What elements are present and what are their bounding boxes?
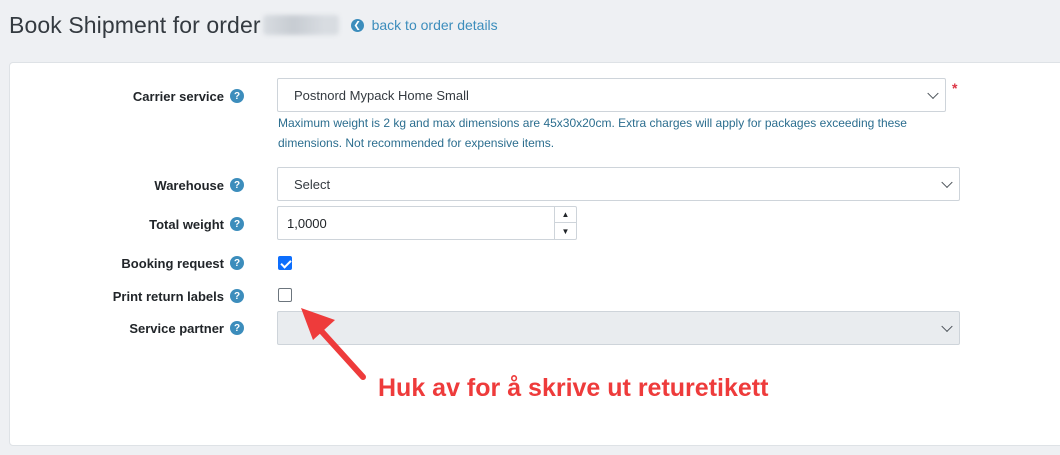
help-icon[interactable]: ? <box>230 217 244 231</box>
warehouse-value: Select <box>294 176 331 192</box>
order-number-redacted <box>262 15 339 35</box>
increment-icon[interactable]: ▲ <box>555 207 576 223</box>
required-marker: * <box>952 80 958 96</box>
booking-request-checkbox[interactable] <box>278 256 292 270</box>
weight-spinner: ▲ ▼ <box>554 207 576 239</box>
service-partner-select[interactable] <box>277 311 960 345</box>
total-weight-label: Total weight ? <box>149 215 244 233</box>
warehouse-select[interactable]: Select <box>277 167 960 201</box>
back-to-order-link[interactable]: ❮ back to order details <box>350 17 498 33</box>
print-return-labels-checkbox[interactable] <box>278 288 292 302</box>
service-partner-label: Service partner ? <box>129 319 244 337</box>
annotation-text: Huk av for å skrive ut returetikett <box>378 374 769 402</box>
chevron-down-icon <box>941 176 953 189</box>
help-icon[interactable]: ? <box>230 321 244 335</box>
help-icon[interactable]: ? <box>230 178 244 192</box>
annotation-arrow-icon <box>301 308 366 380</box>
help-icon[interactable]: ? <box>230 289 244 303</box>
carrier-service-hint: Maximum weight is 2 kg and max dimension… <box>278 116 907 150</box>
help-icon[interactable]: ? <box>230 256 244 270</box>
print-return-labels-label: Print return labels ? <box>113 287 244 305</box>
total-weight-value: 1,0000 <box>287 215 327 231</box>
carrier-service-select[interactable]: Postnord Mypack Home Small <box>277 78 946 112</box>
decrement-icon[interactable]: ▼ <box>555 223 576 239</box>
back-link-label: back to order details <box>371 17 498 33</box>
total-weight-input[interactable]: 1,0000 ▲ ▼ <box>277 206 577 240</box>
chevron-down-icon <box>941 320 953 333</box>
warehouse-label: Warehouse ? <box>154 176 244 194</box>
carrier-service-value: Postnord Mypack Home Small <box>294 87 469 103</box>
carrier-service-label: Carrier service ? <box>133 87 244 105</box>
page-title: Book Shipment for order <box>9 11 261 38</box>
page-header: Book Shipment for order ❮ back to order … <box>9 8 498 42</box>
help-icon[interactable]: ? <box>230 89 244 103</box>
chevron-down-icon <box>927 87 939 100</box>
arrow-left-circle-icon: ❮ <box>350 18 364 32</box>
booking-request-label: Booking request ? <box>121 254 244 272</box>
